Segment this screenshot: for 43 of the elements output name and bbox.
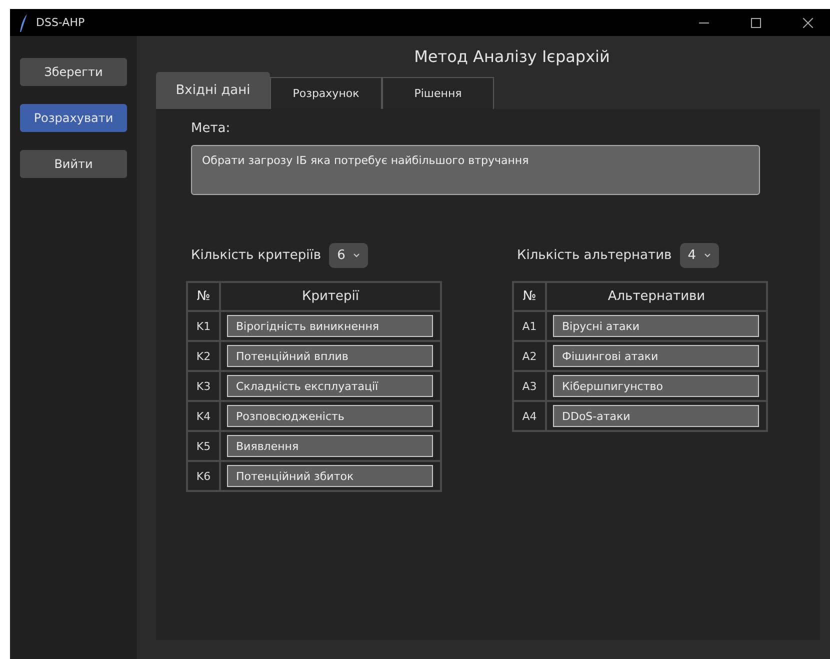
goal-field[interactable]: Обрати загрозу ІБ яка потребує найбільшого втручання: [191, 145, 760, 195]
row-number: A4: [513, 401, 546, 431]
sidebar-button[interactable]: Розрахувати: [20, 104, 127, 132]
count-label: Кількість альтернатив: [517, 248, 672, 262]
row-number: A3: [513, 371, 546, 401]
row-number: K1: [187, 311, 220, 341]
row-number: K4: [187, 401, 220, 431]
column-header: Альтернативи: [546, 282, 767, 311]
goal-label: Мета:: [191, 121, 232, 136]
window-title: DSS-AHP: [36, 16, 85, 29]
name-field[interactable]: Виявлення: [227, 435, 433, 457]
tab[interactable]: Рішення: [382, 77, 494, 109]
name-field[interactable]: Потенційний збиток: [227, 465, 433, 487]
chevron-icon: [704, 252, 711, 258]
column-header: Критерії: [220, 282, 441, 311]
chevron-icon: [353, 252, 360, 258]
count-label: Кількість критеріїв: [191, 248, 322, 262]
tab[interactable]: Розрахунок: [270, 77, 382, 109]
name-field[interactable]: Потенційний вплив: [227, 345, 433, 367]
name-field[interactable]: Фішингові атаки: [553, 345, 759, 367]
page-heading: Метод Аналізу Ієрархій: [413, 46, 611, 68]
tab[interactable]: Вхідні дані: [156, 72, 270, 109]
name-field[interactable]: Вірусні атаки: [553, 315, 759, 337]
name-field[interactable]: Розповсюдженість: [227, 405, 433, 427]
name-field[interactable]: Кібершпигунство: [553, 375, 759, 397]
maximize-icon: [751, 18, 761, 28]
row-number: A1: [513, 311, 546, 341]
name-field[interactable]: Вірогідність виникнення: [227, 315, 433, 337]
row-number: K3: [187, 371, 220, 401]
count-dropdown[interactable]: 4: [680, 242, 719, 268]
column-header: №: [513, 282, 546, 311]
sidebar-button[interactable]: Зберегти: [20, 58, 127, 86]
count-dropdown[interactable]: 6: [329, 242, 368, 268]
column-header: №: [187, 282, 220, 311]
close-icon: [803, 18, 813, 28]
feather-icon: [20, 14, 28, 32]
name-field[interactable]: DDoS-атаки: [553, 405, 759, 427]
row-number: K2: [187, 341, 220, 371]
row-number: K5: [187, 431, 220, 461]
row-number: K6: [187, 461, 220, 491]
sidebar-button[interactable]: Вийти: [20, 150, 127, 178]
name-field[interactable]: Складність експлуатації: [227, 375, 433, 397]
row-number: A2: [513, 341, 546, 371]
